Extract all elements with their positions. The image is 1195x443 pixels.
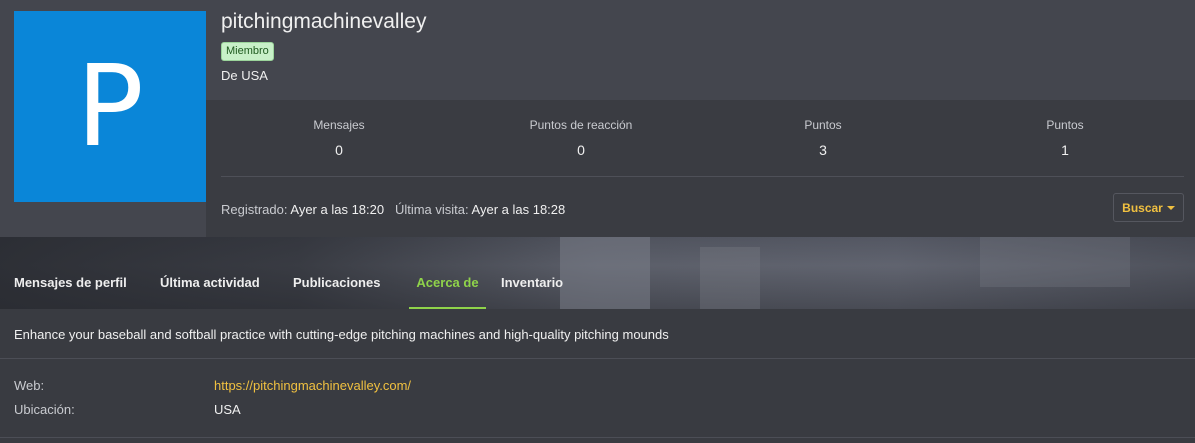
activity-line: Registrado: Ayer a las 18:20 Última visi… — [221, 202, 565, 217]
tab-latest-activity[interactable]: Última actividad — [160, 272, 260, 309]
stat-value: 3 — [819, 142, 827, 158]
last-seen-value: Ayer a las 18:28 — [471, 202, 566, 217]
search-button-label: Buscar — [1122, 200, 1163, 215]
banner-texture — [980, 237, 1130, 287]
divider — [0, 358, 1195, 359]
banner-texture — [700, 247, 760, 309]
last-seen-label: Última visita: — [394, 202, 469, 217]
banner-texture — [560, 237, 650, 309]
stat-label: Mensajes — [313, 118, 365, 132]
stat-points-2[interactable]: Puntos 1 — [965, 118, 1165, 158]
avatar[interactable]: P — [14, 11, 206, 202]
search-button[interactable]: Buscar — [1113, 193, 1184, 222]
tab-inventory[interactable]: Inventario — [501, 272, 563, 309]
website-link[interactable]: https://pitchingmachinevalley.com/ — [214, 378, 411, 393]
registered-value: Ayer a las 18:20 — [290, 202, 385, 217]
field-label-website: Web: — [14, 378, 45, 393]
tab-profile-posts[interactable]: Mensajes de perfil — [14, 272, 127, 309]
stat-points[interactable]: Puntos 3 — [723, 118, 923, 158]
tab-postings[interactable]: Publicaciones — [293, 272, 380, 309]
profile-header: P pitchingmachinevalley Miembro De USA M… — [0, 0, 1195, 237]
username[interactable]: pitchingmachinevalley — [221, 10, 426, 34]
stat-label: Puntos — [804, 118, 842, 132]
stat-label: Puntos — [1046, 118, 1084, 132]
stat-value: 1 — [1061, 142, 1069, 158]
chevron-down-icon — [1166, 205, 1175, 210]
location-line: De USA — [221, 68, 268, 83]
stat-value: 0 — [577, 142, 585, 158]
stat-messages[interactable]: Mensajes 0 — [239, 118, 439, 158]
stat-label: Puntos de reacción — [529, 118, 633, 132]
role-badge: Miembro — [221, 42, 274, 61]
stat-reaction-points[interactable]: Puntos de reacción 0 — [481, 118, 681, 158]
about-bio: Enhance your baseball and softball pract… — [14, 327, 669, 342]
location-value: USA — [214, 402, 241, 417]
divider — [0, 437, 1195, 438]
stat-value: 0 — [335, 142, 343, 158]
field-label-location: Ubicación: — [14, 402, 75, 417]
tab-about[interactable]: Acerca de — [409, 272, 486, 309]
registered-label: Registrado: — [221, 202, 288, 217]
stats-divider — [221, 176, 1184, 177]
